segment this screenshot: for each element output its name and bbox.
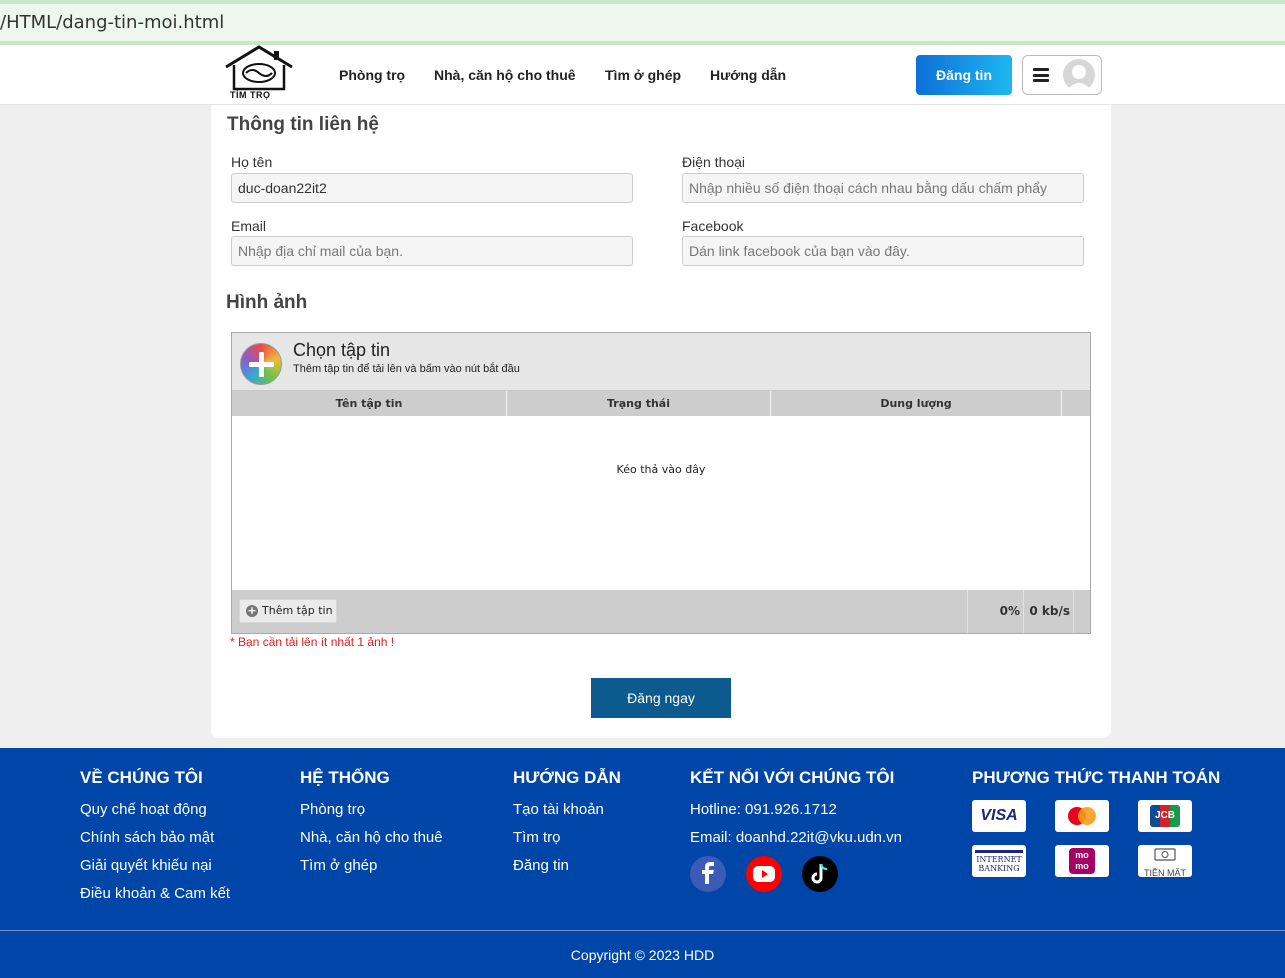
phone-field[interactable] [682,173,1084,203]
footer-connect: KẾT NỐI VỚI CHÚNG TÔI Hotline: 091.926.1… [690,768,902,856]
uploader-header[interactable]: Chọn tập tin Thêm tập tin để tải lên và … [232,333,1090,391]
tiktok-icon[interactable] [802,856,838,892]
contact-section-title: Thông tin liên hệ [227,114,379,135]
col-status[interactable]: Trạng thái [507,391,771,416]
footer-link[interactable]: Nhà, căn hộ cho thuê [300,828,443,856]
uploader-footer: + Thêm tập tin 0% 0 kb/s [232,590,1090,633]
drop-zone-text[interactable]: Kéo thả vào đây [232,463,1090,476]
momo-icon: mo mo [1055,845,1109,877]
nav-nha-can-ho[interactable]: Nhà, căn hộ cho thuê [434,67,576,83]
add-file-button[interactable]: + Thêm tập tin [239,599,337,623]
plus-icon: + [246,604,258,617]
image-uploader: Chọn tập tin Thêm tập tin để tải lên và … [231,332,1091,634]
facebook-label: Facebook [682,218,744,234]
choose-file-subtitle: Thêm tập tin để tải lên và bấm vào nút b… [293,363,520,375]
site-logo[interactable]: TÌM TRỌ [222,45,296,105]
phone-label: Điện thoại [682,154,746,170]
footer-link[interactable]: Tạo tài khoản [513,800,621,828]
nav-huong-dan[interactable]: Hướng dẫn [710,67,786,83]
footer-guide: HƯỚNG DẪN Tạo tài khoản Tìm trọ Đăng tin [513,768,621,884]
copyright: Copyright © 2023 HDD [570,947,715,963]
footer-link[interactable]: Tìm trọ [513,828,621,856]
footer-guide-title: HƯỚNG DẪN [513,768,621,787]
file-table-header: Tên tập tin Trạng thái Dung lượng [232,391,1090,416]
hamburger-icon [1033,68,1049,82]
facebook-icon[interactable] [690,856,726,892]
footer-spacer [1073,590,1090,633]
footer-link[interactable]: Quy chế hoạt động [80,800,230,828]
site-footer: VỀ CHÚNG TÔI Quy chế hoạt động Chính sác… [0,748,1285,978]
mastercard-icon [1055,800,1109,832]
post-form-card: Thông tin liên hệ Họ tên duc-doan22it2 Đ… [211,105,1111,738]
footer-email: Email: doanhd.22it@vku.udn.vn [690,829,903,846]
footer-link[interactable]: Đăng tin [513,856,621,884]
footer-link[interactable]: Giải quyết khiếu nại [80,856,230,884]
upload-percent: 0% [967,590,1023,633]
name-label: Họ tên [231,154,273,170]
footer-payment-title: PHƯƠNG THỨC THANH TOÁN [972,768,1221,787]
cash-icon: TIỀN MẶT [1138,845,1192,878]
avatar [1063,59,1095,91]
user-menu-button[interactable] [1022,55,1102,95]
submit-post-button[interactable]: Đăng ngay [591,678,731,718]
footer-hotline: Hotline: 091.926.1712 [690,801,837,818]
footer-payment: PHƯƠNG THỨC THANH TOÁN [972,768,1220,800]
footer-connect-title: KẾT NỐI VỚI CHÚNG TÔI [690,768,895,787]
footer-system: HỆ THỐNG Phòng trọ Nhà, căn hộ cho thuê … [300,768,443,884]
footer-about: VỀ CHÚNG TÔI Quy chế hoạt động Chính sác… [80,768,230,912]
add-file-label: Thêm tập tin [262,604,333,617]
footer-link[interactable]: Phòng trọ [300,800,443,828]
choose-file-title: Chọn tập tin [293,340,391,360]
site-header: TÌM TRỌ Phòng trọ Nhà, căn hộ cho thuê T… [0,45,1285,105]
jcb-icon: JCB [1138,800,1192,832]
visa-icon: VISA [972,800,1026,832]
add-file-icon[interactable] [240,343,282,385]
footer-system-title: HỆ THỐNG [300,768,390,787]
nav-tim-o-ghep[interactable]: Tìm ở ghép [605,67,681,83]
footer-divider [0,930,1285,931]
email-field[interactable] [231,236,633,266]
upload-warning: * Bạn cần tải lên ít nhất 1 ảnh ! [230,635,395,649]
post-listing-button[interactable]: Đăng tin [916,55,1012,95]
user-silhouette-icon [1066,65,1092,91]
nav-phong-tro[interactable]: Phòng trọ [339,67,405,83]
footer-link[interactable]: Điều khoản & Cam kết [80,884,230,912]
footer-link[interactable]: Tìm ở ghép [300,856,443,884]
youtube-icon[interactable] [746,856,782,892]
url-text[interactable]: /HTML/dang-tin-moi.html [0,12,224,33]
footer-link[interactable]: Chính sách bảo mật [80,828,230,856]
logo-text: TÌM TRỌ [230,90,271,100]
col-file-name[interactable]: Tên tập tin [232,391,507,416]
email-label: Email [231,218,267,234]
footer-about-title: VỀ CHÚNG TÔI [80,768,203,787]
internet-banking-icon: INTERNET BANKING [972,845,1026,877]
browser-address-bar[interactable]: /HTML/dang-tin-moi.html [0,0,1285,45]
name-field[interactable]: duc-doan22it2 [231,173,633,203]
images-section-title: Hình ảnh [226,292,308,313]
upload-speed: 0 kb/s [1023,590,1073,633]
facebook-field[interactable] [682,236,1084,266]
col-size[interactable]: Dung lượng [771,391,1062,416]
house-handshake-icon [225,45,293,91]
